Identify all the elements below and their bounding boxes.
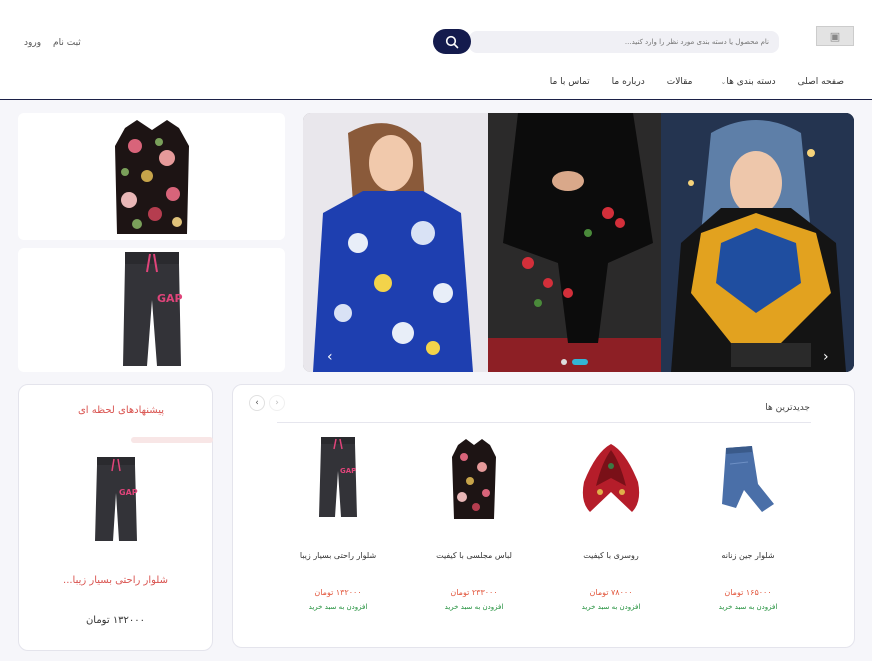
floral-blouse-image [114, 119, 189, 234]
offer-product-name[interactable]: شلوار راحتی بسیار زیبا... [19, 575, 212, 586]
add-to-cart-link[interactable]: افزودن به سبد خرید [414, 603, 534, 611]
svg-text:GAP: GAP [157, 292, 183, 305]
slide-scarf [661, 113, 854, 372]
product-name[interactable]: لباس مجلسی با کیفیت [414, 551, 534, 560]
title-divider [277, 422, 811, 423]
offer-timer-bar [131, 437, 213, 443]
product-name[interactable]: شلوار جین زنانه [688, 551, 808, 560]
slider-next-icon[interactable]: › [823, 349, 829, 365]
floral-blouse-icon [452, 439, 496, 519]
product-card[interactable]: GAP شلوار راحتی بسیار زیبا ۱۳۲۰۰۰ تومان … [278, 433, 398, 643]
jeans-icon [722, 446, 774, 512]
sweatpants-icon: GAP [319, 437, 357, 517]
product-card[interactable]: روسری با کیفیت ۷۸۰۰۰ تومان افزودن به سبد… [551, 433, 671, 643]
slider-dot-2[interactable] [572, 359, 588, 365]
search-bar [433, 29, 780, 54]
slider-prev-icon[interactable]: ‹ [327, 349, 333, 365]
latest-products-section: جدیدترین ها ‹ › شلوار جین زنانه ۱۶۵۰۰۰ ت… [232, 384, 855, 648]
offer-title: پیشنهادهای لحظه ای [77, 405, 164, 416]
black-dress-image [488, 113, 661, 372]
product-card[interactable]: لباس مجلسی با کیفیت ۲۳۳۰۰۰ تومان افزودن … [414, 433, 534, 643]
auth-links: ورود ثبت نام [24, 38, 81, 48]
side-banner-pants[interactable]: GAP [18, 248, 285, 372]
carousel-next-button[interactable]: › [269, 395, 285, 411]
product-name[interactable]: شلوار راحتی بسیار زیبا [278, 551, 398, 560]
scarf-woman-image [661, 113, 854, 372]
scarf-icon [582, 444, 640, 512]
blue-coat-image [303, 113, 488, 372]
svg-text:GAP: GAP [119, 488, 138, 497]
offer-product-image[interactable]: GAP [91, 457, 141, 549]
carousel-prev-button[interactable]: ‹ [249, 395, 265, 411]
logo-icon: ▣ [829, 29, 841, 43]
main-nav: صفحه اصلی ⌄دسته بندی ها مقالات درباره ما… [550, 77, 844, 87]
search-input[interactable] [469, 31, 779, 53]
product-price: ۱۳۲۰۰۰ تومان [314, 588, 362, 597]
search-button[interactable] [433, 29, 471, 54]
add-to-cart-link[interactable]: افزودن به سبد خرید [278, 603, 398, 611]
slide-blue-coat [303, 113, 488, 372]
special-offer-card: پیشنهادهای لحظه ای GAP شلوار راحتی بسیار… [18, 384, 213, 651]
register-link[interactable]: ثبت نام [53, 38, 81, 48]
product-price: ۷۸۰۰۰ تومان [589, 588, 633, 597]
product-image [571, 435, 651, 523]
site-header: ▣ ورود ثبت نام صفحه اصلی ⌄دسته بندی ها م… [0, 0, 872, 100]
product-image [708, 435, 788, 523]
nav-categories-label: دسته بندی ها [726, 77, 776, 87]
product-image [434, 435, 514, 523]
site-logo[interactable]: ▣ [816, 26, 854, 46]
search-icon [445, 35, 459, 48]
chevron-right-icon: › [275, 398, 279, 408]
slide-black-dress [488, 113, 661, 372]
nav-home[interactable]: صفحه اصلی [798, 77, 844, 87]
add-to-cart-link[interactable]: افزودن به سبد خرید [688, 603, 808, 611]
product-name[interactable]: روسری با کیفیت [551, 551, 671, 560]
product-card[interactable]: شلوار جین زنانه ۱۶۵۰۰۰ تومان افزودن به س… [688, 433, 808, 643]
svg-text:GAP: GAP [340, 467, 356, 475]
product-image: GAP [298, 435, 378, 523]
sweatpants-icon: GAP [95, 457, 138, 541]
side-banner-blouse[interactable] [18, 113, 285, 240]
add-to-cart-link[interactable]: افزودن به سبد خرید [551, 603, 671, 611]
slider-dots [561, 359, 588, 365]
nav-categories[interactable]: ⌄دسته بندی ها [715, 77, 776, 87]
product-price: ۱۶۵۰۰۰ تومان [724, 588, 772, 597]
offer-product-price: ۱۳۲۰۰۰ تومان [85, 615, 146, 626]
hero-slider[interactable]: ‹ › [303, 113, 854, 372]
latest-title: جدیدترین ها [765, 403, 810, 413]
nav-about[interactable]: درباره ما [612, 77, 645, 87]
chevron-left-icon: ‹ [255, 398, 259, 408]
slider-dot-1[interactable] [561, 359, 567, 365]
login-link[interactable]: ورود [24, 38, 41, 48]
nav-contact[interactable]: تماس با ما [550, 77, 590, 87]
sweatpants-image: GAP [122, 252, 183, 366]
nav-articles[interactable]: مقالات [667, 77, 693, 87]
product-price: ۲۳۳۰۰۰ تومان [450, 588, 498, 597]
